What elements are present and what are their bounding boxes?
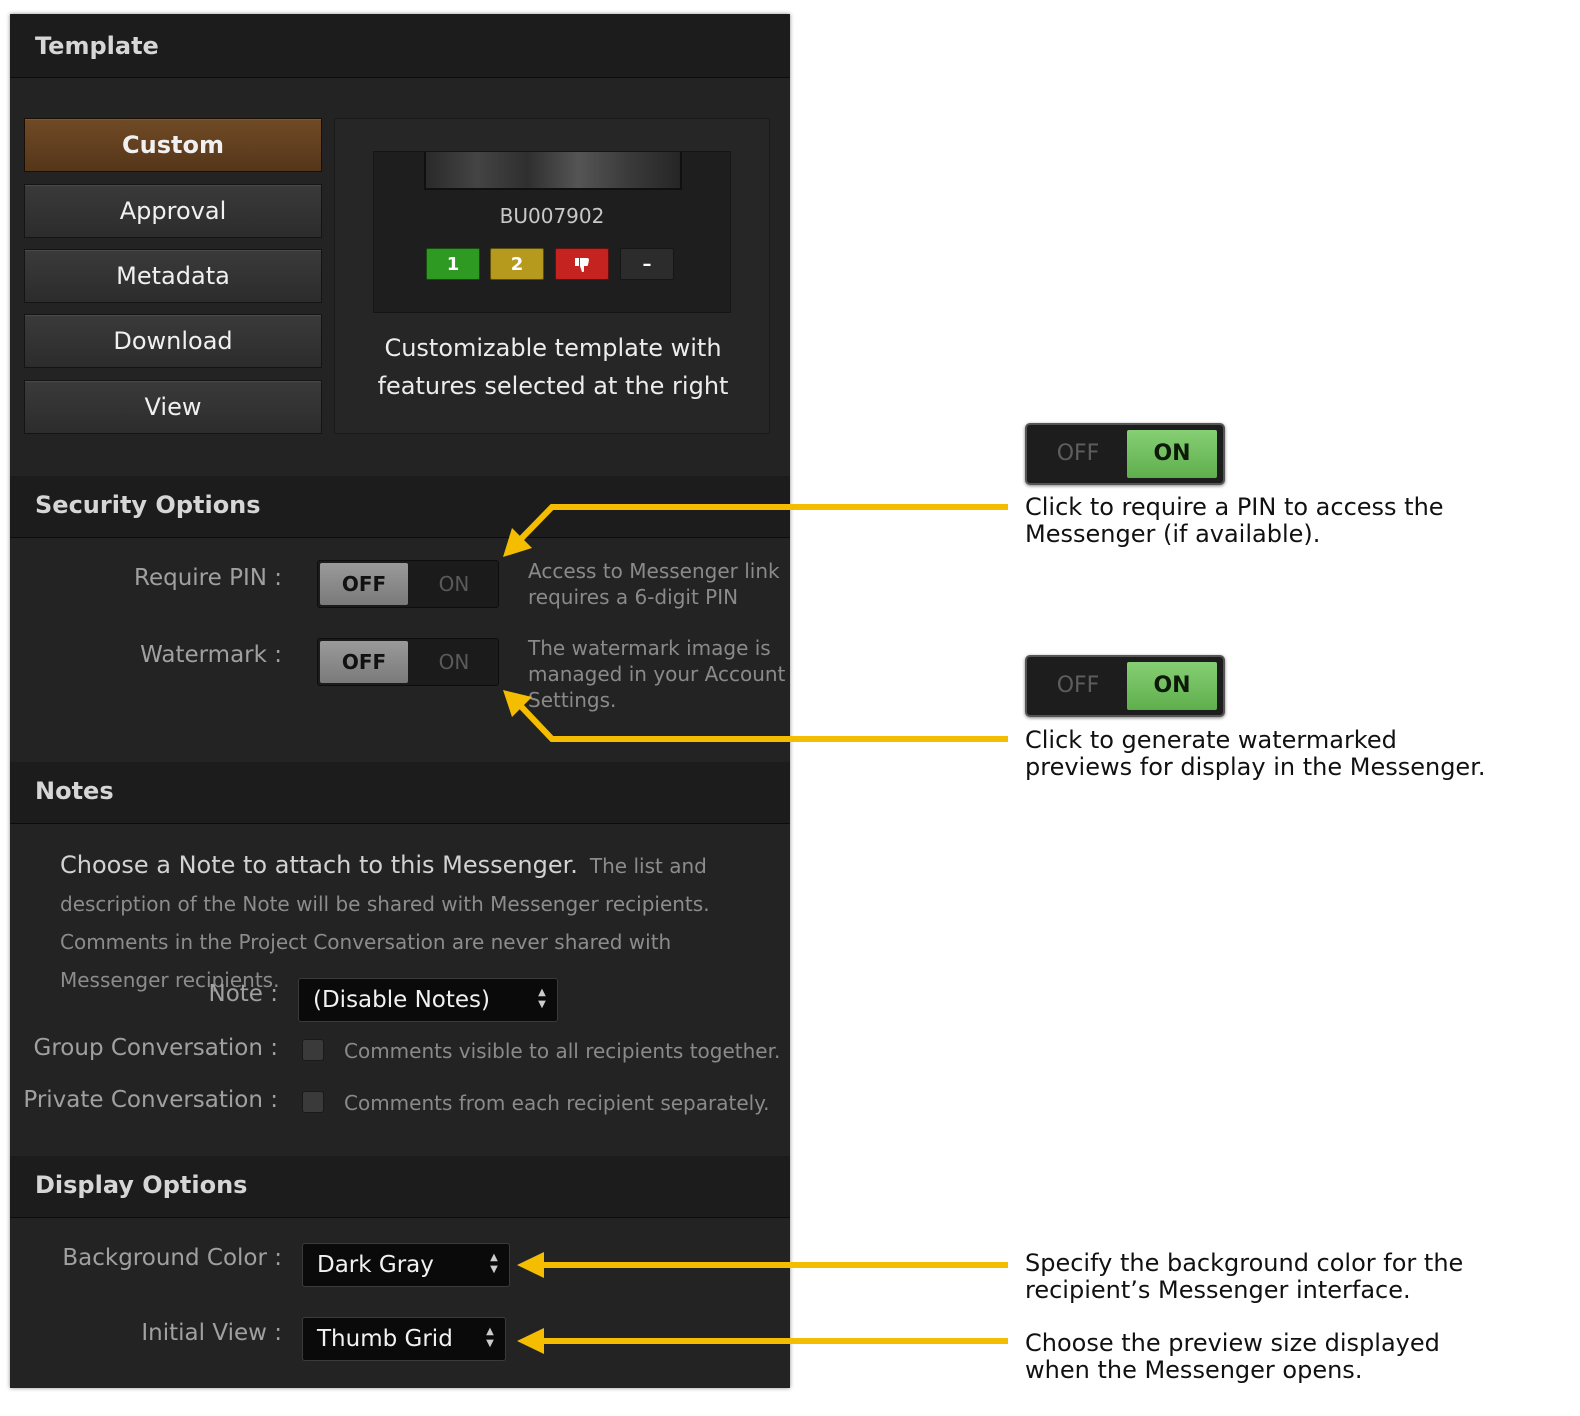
pin-callout: Click to require a PIN to access the Mes… [1025, 494, 1444, 548]
pin-arrow-line [512, 504, 1008, 548]
example-off: OFF [1056, 673, 1100, 698]
background-color-callout: Specify the background color for the rec… [1025, 1250, 1463, 1304]
callout-line: Click to require a PIN to access the [1025, 493, 1444, 521]
example-on: ON [1127, 662, 1217, 710]
watermark-toggle-on-example: OFF ON [1025, 655, 1225, 717]
callout-line: Specify the background color for the [1025, 1249, 1464, 1277]
watermark-arrow-line [512, 697, 1008, 742]
example-off: OFF [1056, 441, 1100, 466]
watermark-callout: Click to generate watermarked previews f… [1025, 727, 1486, 781]
callout-line: recipient’s Messenger interface. [1025, 1276, 1411, 1304]
callout-line: when the Messenger opens. [1025, 1356, 1363, 1384]
example-on: ON [1127, 430, 1217, 478]
callout-line: previews for display in the Messenger. [1025, 753, 1486, 781]
pin-toggle-on-example: OFF ON [1025, 423, 1225, 485]
callout-line: Choose the preview size displayed [1025, 1329, 1440, 1357]
view-arrowhead [517, 1328, 544, 1354]
bg-arrowhead [517, 1252, 544, 1278]
initial-view-callout: Choose the preview size displayed when t… [1025, 1330, 1440, 1384]
annotation-arrows [503, 504, 1008, 1354]
callout-line: Click to generate watermarked [1025, 726, 1397, 754]
callout-line: Messenger (if available). [1025, 520, 1321, 548]
